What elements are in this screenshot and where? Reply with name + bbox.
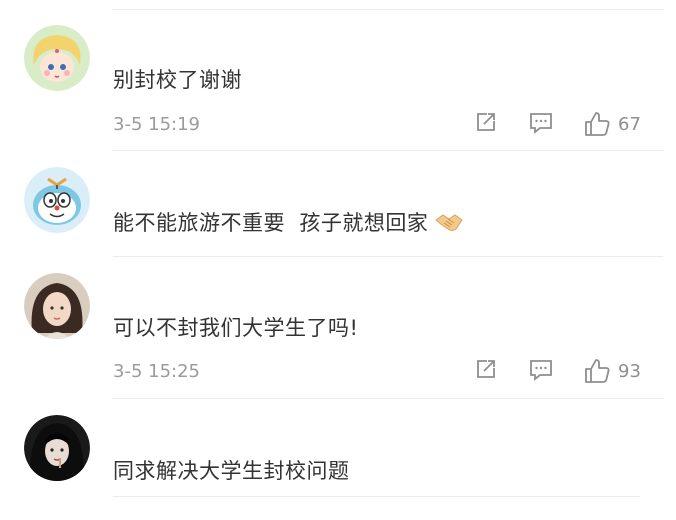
- divider: [113, 256, 663, 257]
- share-button[interactable]: [474, 110, 498, 134]
- thumbs-up-icon: [585, 359, 610, 383]
- cartoon-doraemon-avatar: [24, 167, 90, 233]
- avatar[interactable]: [24, 273, 90, 339]
- divider: [113, 398, 663, 399]
- divider: [113, 150, 663, 151]
- like-count: 93: [618, 361, 641, 382]
- like-button[interactable]: [583, 357, 611, 385]
- cartoon-sailor-girl-avatar: [24, 25, 90, 91]
- reply-button[interactable]: [528, 357, 554, 383]
- like-count: 67: [618, 114, 641, 135]
- share-icon: [477, 360, 495, 378]
- photo-dark-hair-girl-avatar: [24, 415, 90, 481]
- avatar[interactable]: [24, 415, 90, 481]
- comment-icon: [530, 360, 552, 381]
- comment-time: 3-5 15:25: [113, 361, 200, 382]
- handshake-icon: [435, 214, 464, 231]
- comment-text-content: 能不能旅游不重要 孩子就想回家: [113, 211, 429, 235]
- handshake-emoji: [434, 211, 464, 240]
- comment-text: 同求解决大学生封校问题: [113, 459, 350, 483]
- comment-text: 能不能旅游不重要 孩子就想回家: [113, 207, 464, 240]
- comment-icon: [530, 113, 552, 134]
- divider: [113, 496, 640, 497]
- share-icon: [477, 113, 495, 131]
- share-button[interactable]: [474, 357, 498, 381]
- avatar[interactable]: [24, 167, 90, 233]
- avatar[interactable]: [24, 25, 90, 91]
- comment-time: 3-5 15:19: [113, 114, 200, 135]
- like-button[interactable]: [583, 110, 611, 138]
- photo-girl-avatar: [24, 273, 90, 339]
- thumbs-up-icon: [585, 112, 610, 136]
- comment-meta: 3-5 15:25 93: [113, 357, 648, 385]
- reply-button[interactable]: [528, 110, 554, 136]
- comment-text: 别封校了谢谢: [113, 68, 242, 92]
- divider: [113, 9, 663, 10]
- comment-meta: 3-5 15:19 67: [113, 110, 648, 138]
- comment-text: 可以不封我们大学生了吗!: [113, 316, 359, 340]
